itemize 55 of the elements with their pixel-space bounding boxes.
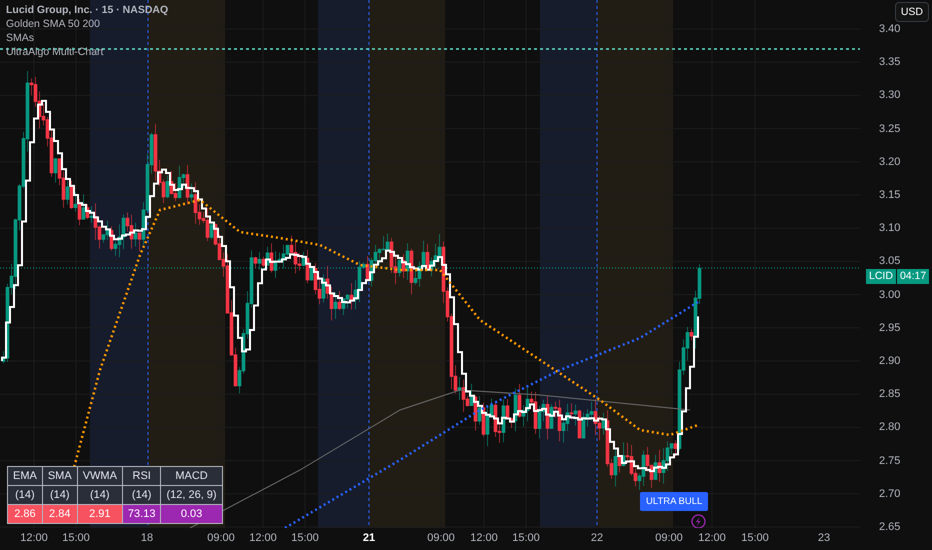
price-tick-label: 3.25 <box>879 122 900 135</box>
price-tick-label: 3.15 <box>879 189 900 201</box>
price-tick-label: 2.65 <box>879 521 900 533</box>
symbol-price-tag: LCID <box>866 269 896 284</box>
time-axis-label: 22 <box>590 532 604 544</box>
time-axis-label: 15:00 <box>291 532 319 544</box>
table-header: SMA <box>42 467 77 485</box>
signal-label: ULTRA BULL <box>640 492 708 511</box>
time-axis-label: 12:00 <box>249 532 277 544</box>
table-cell: 2.84 <box>42 505 77 523</box>
indicator-name: Golden SMA 50 200 <box>6 18 101 31</box>
price-tick-label: 2.70 <box>879 488 900 500</box>
table-cell: (14) <box>8 486 42 504</box>
table-cell: (14) <box>42 486 77 504</box>
table-cell: (14) <box>122 486 160 504</box>
time-axis-label: 09:00 <box>655 532 683 544</box>
table-cell: 0.03 <box>161 505 222 523</box>
price-tick-label: 3.00 <box>879 288 900 301</box>
time-axis-label: 21 <box>362 532 376 544</box>
price-tick-label: 2.95 <box>879 322 900 334</box>
time-axis-label: 12:00 <box>470 532 498 544</box>
time-axis-label: 12:00 <box>20 532 48 544</box>
time-axis-label: 18 <box>140 532 154 544</box>
time-axis-label: 09:00 <box>207 532 235 544</box>
time-axis-label: 09:00 <box>427 532 455 544</box>
lightning-icon <box>690 514 706 528</box>
table-header: RSI <box>122 467 160 485</box>
table-cell: 73.13 <box>122 505 160 523</box>
time-axis-label: 23 <box>818 532 830 544</box>
table-cell: 2.91 <box>78 505 122 523</box>
bar-countdown: 04:17 <box>896 269 930 284</box>
time-axis-label: 15:00 <box>741 532 769 544</box>
indicator-name: UltraAlgo Multi-Chart <box>6 46 104 59</box>
table-cell: (12, 26, 9) <box>161 486 222 504</box>
table-cell: 2.86 <box>8 505 42 523</box>
currency-button[interactable]: USD <box>894 2 929 22</box>
table-header: MACD <box>161 467 222 485</box>
table-cell: (14) <box>78 486 122 504</box>
price-tick-label: 3.05 <box>879 255 900 268</box>
price-tick-label: 2.90 <box>879 355 900 367</box>
price-tick-label: 2.75 <box>879 454 900 467</box>
time-axis-label: 15:00 <box>62 532 90 544</box>
price-tick-label: 3.40 <box>879 23 900 35</box>
price-tick-label: 3.10 <box>879 222 900 234</box>
time-axis-label: 15:00 <box>512 532 540 544</box>
indicator-name: SMAs <box>6 32 36 45</box>
table-header: VWMA <box>78 467 122 485</box>
price-tick-label: 3.35 <box>879 56 900 68</box>
time-axis-label: 12:00 <box>698 532 726 544</box>
price-tick-label: 3.30 <box>879 89 900 102</box>
price-tick-label: 2.80 <box>879 421 900 434</box>
price-tick-label: 2.85 <box>879 388 900 400</box>
chart-title: Lucid Group, Inc. · 15 · NASDAQ <box>6 4 168 17</box>
price-tick-label: 3.20 <box>879 156 900 168</box>
table-header: EMA <box>8 467 42 485</box>
